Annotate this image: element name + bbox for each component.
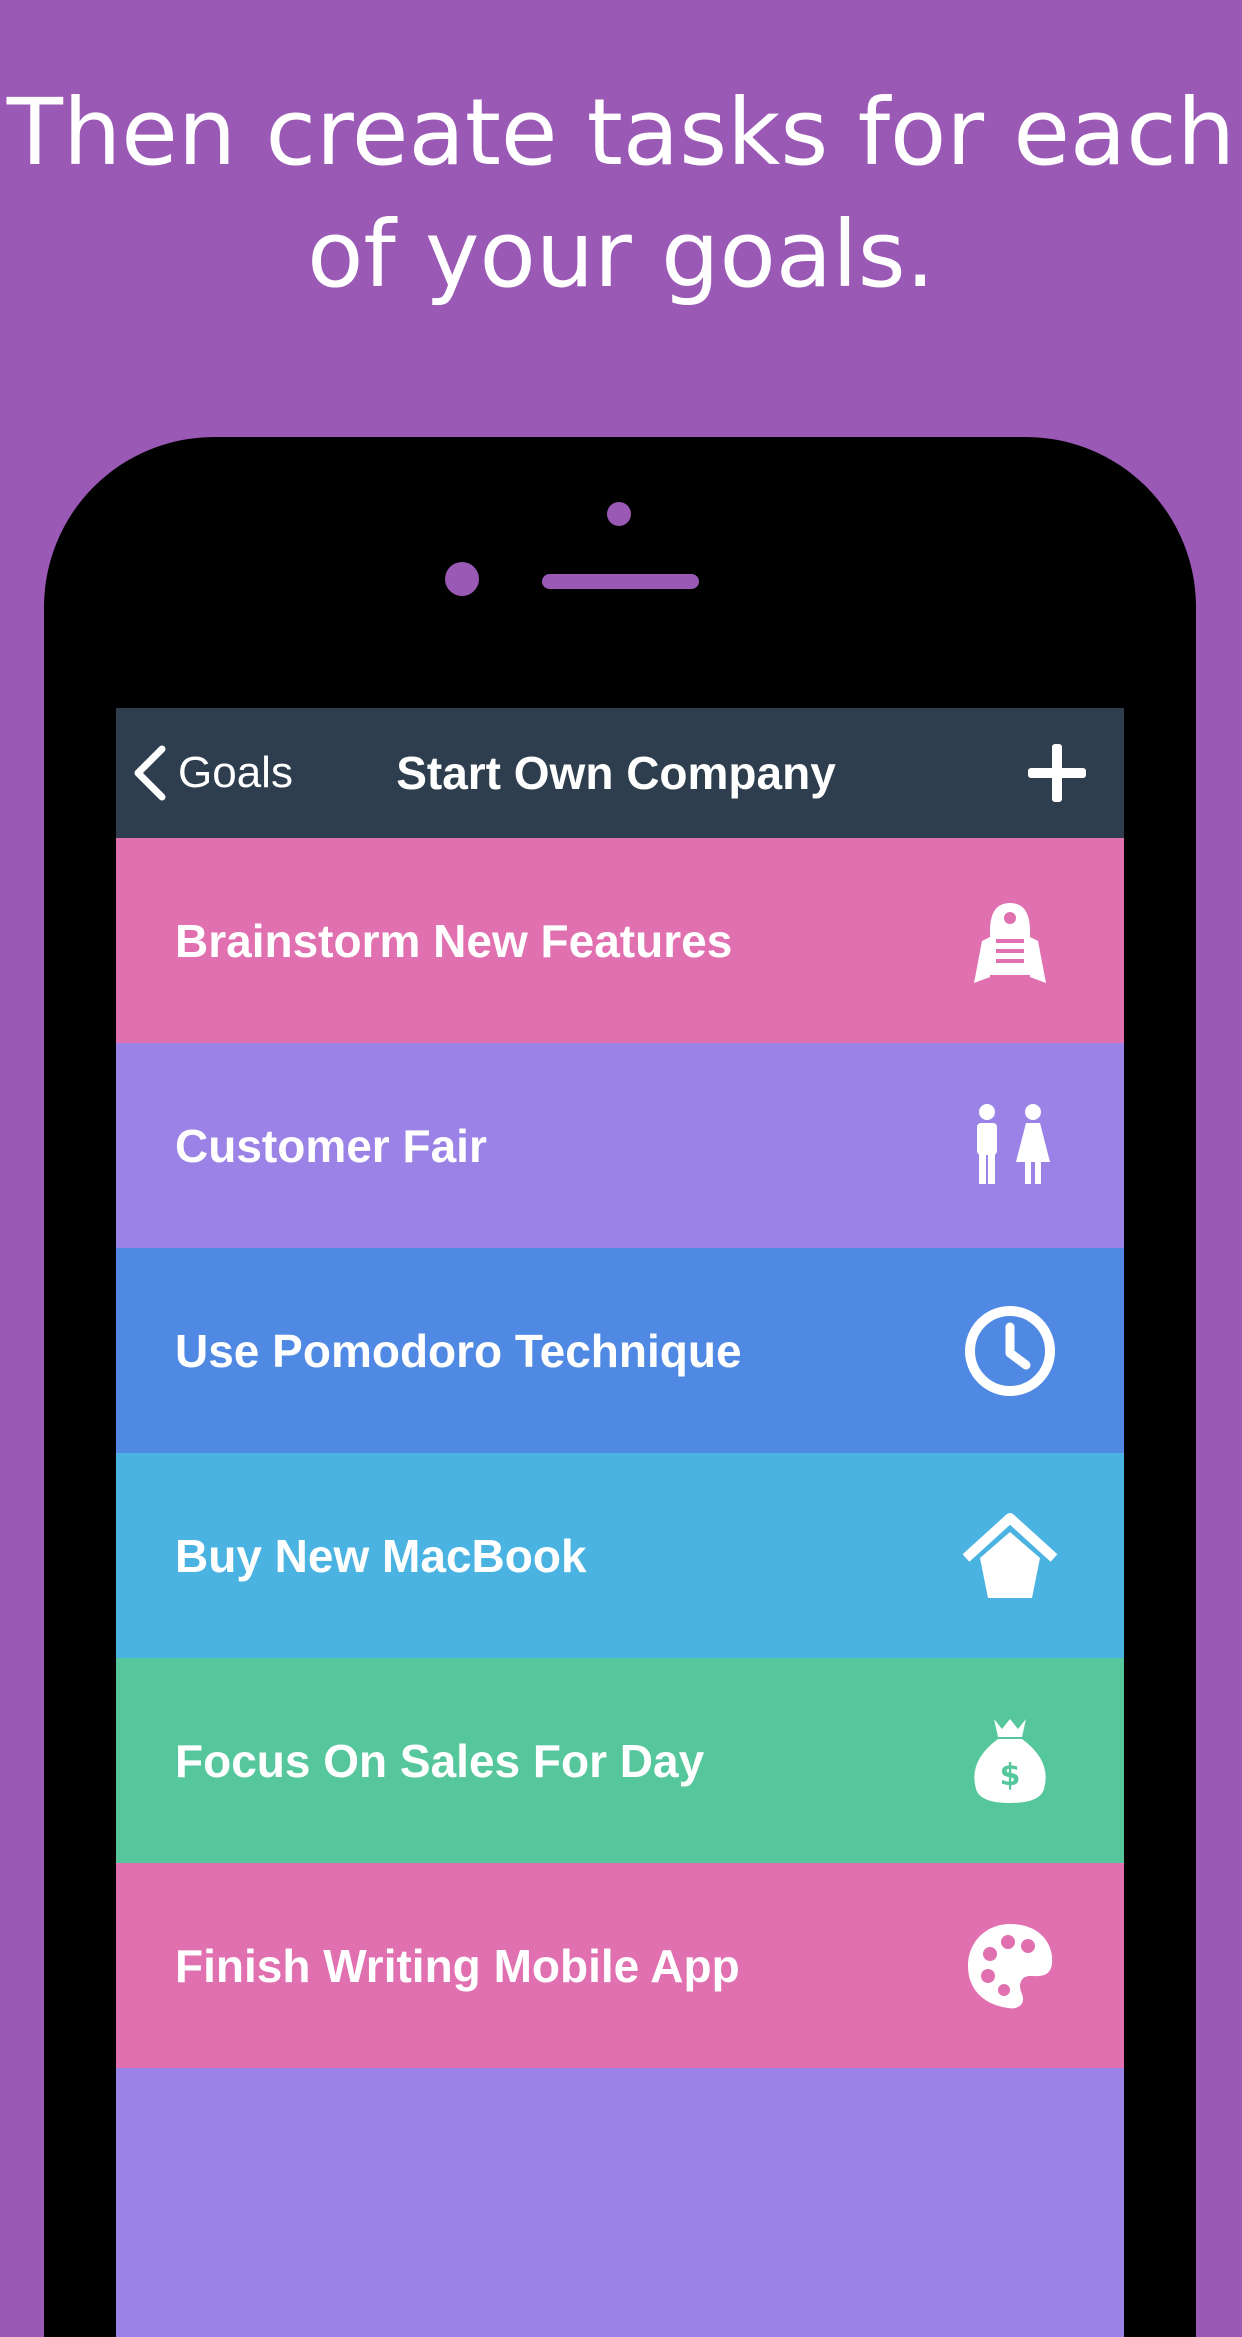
phone-frame: Goals Start Own Company Brainstorm New F… xyxy=(44,437,1196,2337)
headline-line-2: of your goals. xyxy=(307,201,935,308)
add-task-button[interactable] xyxy=(1026,742,1088,804)
people-icon xyxy=(960,1096,1060,1196)
task-list: Brainstorm New Features Customer Fair Us… xyxy=(116,838,1124,2337)
task-row[interactable]: Finish Writing Mobile App xyxy=(116,1863,1124,2068)
chevron-left-icon xyxy=(132,745,166,801)
headline: Then create tasks for each of your goals… xyxy=(0,72,1242,316)
house-icon xyxy=(960,1506,1060,1606)
task-row[interactable]: Use Pomodoro Technique xyxy=(116,1248,1124,1453)
plus-icon xyxy=(1026,744,1088,808)
navigation-bar: Goals Start Own Company xyxy=(116,708,1124,838)
page-title: Start Own Company xyxy=(396,747,836,799)
empty-row xyxy=(116,2068,1124,2337)
back-button-label: Goals xyxy=(178,748,293,797)
headline-line-1: Then create tasks for each xyxy=(6,79,1236,186)
task-label: Use Pomodoro Technique xyxy=(175,1324,742,1377)
svg-text:$: $ xyxy=(1000,1758,1021,1793)
back-button[interactable]: Goals xyxy=(132,708,293,838)
task-row[interactable]: Customer Fair xyxy=(116,1043,1124,1248)
robot-icon xyxy=(960,891,1060,991)
task-label: Brainstorm New Features xyxy=(175,914,733,967)
task-row[interactable]: Focus On Sales For Day $ xyxy=(116,1658,1124,1863)
task-label: Buy New MacBook xyxy=(175,1529,587,1582)
camera-dot xyxy=(607,502,631,526)
task-label: Customer Fair xyxy=(175,1119,487,1172)
app-screen: Goals Start Own Company Brainstorm New F… xyxy=(116,708,1124,2337)
task-row[interactable]: Brainstorm New Features xyxy=(116,838,1124,1043)
sensor-dot xyxy=(445,562,479,596)
task-label: Focus On Sales For Day xyxy=(175,1734,705,1787)
task-label: Finish Writing Mobile App xyxy=(175,1939,740,1992)
clock-icon xyxy=(960,1301,1060,1401)
palette-icon xyxy=(960,1916,1060,2016)
money-bag-icon: $ xyxy=(960,1711,1060,1811)
speaker-slot xyxy=(542,574,699,589)
task-row[interactable]: Buy New MacBook xyxy=(116,1453,1124,1658)
